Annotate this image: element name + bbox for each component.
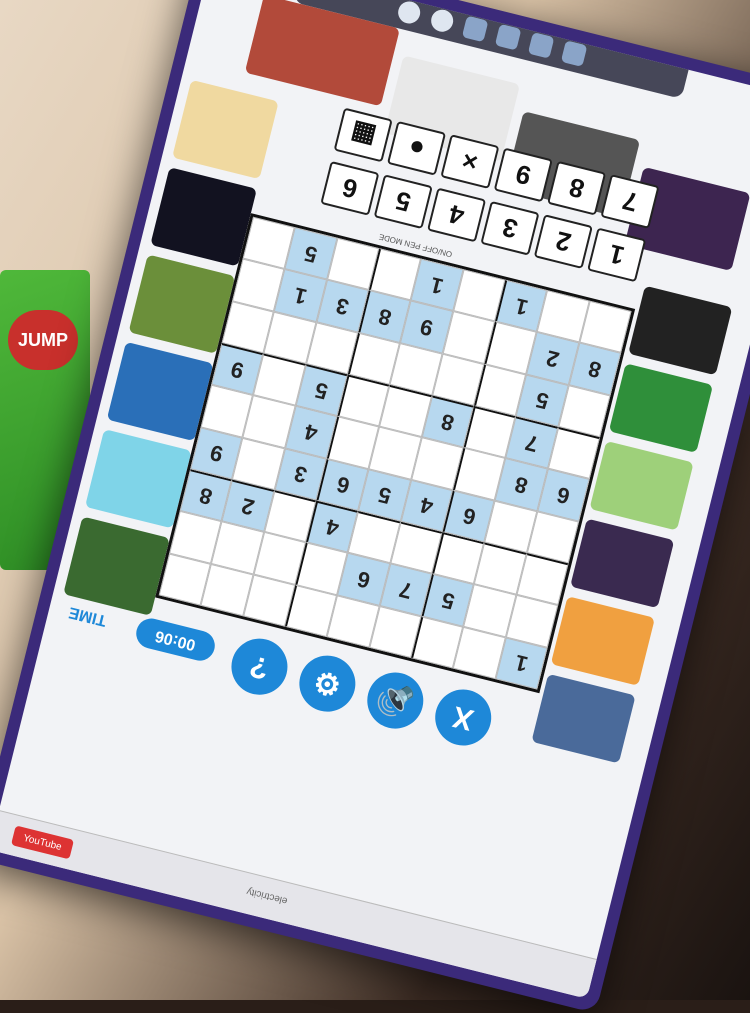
num-button-5[interactable]: 5 [373,174,433,230]
num-button-2[interactable]: 2 [533,214,593,269]
num-button-3[interactable]: 3 [480,200,540,256]
finder-icon[interactable] [560,40,588,67]
game-thumb-solitaire[interactable] [608,363,714,453]
close-button[interactable]: X [429,683,498,752]
document-icon[interactable] [527,32,555,59]
game-thumb-jungle[interactable] [63,516,170,616]
settings-button[interactable]: ⚙ [293,649,362,718]
game-thumb-blocks[interactable] [172,79,279,180]
youtube-tab[interactable]: YouTube [10,825,75,860]
taskbar-text: electricity [245,885,289,907]
game-thumb-bubbles[interactable] [570,518,675,609]
time-label: TIME [67,603,109,630]
help-button[interactable]: ? [225,632,294,701]
game-thumb-shooter[interactable] [628,285,733,376]
num-button-1[interactable]: 1 [587,227,647,283]
browser-icon[interactable] [395,0,423,26]
timer-display: 00:06 [133,615,218,664]
num-button-4[interactable]: 4 [427,187,487,243]
folder-icon[interactable] [461,15,489,43]
sound-button[interactable]: 🔊 [361,666,430,735]
app-icon[interactable] [428,7,456,35]
notes-grid-button[interactable]: ▦ [333,107,393,163]
game-thumb-quest[interactable] [531,673,636,764]
photos-icon[interactable] [494,23,522,51]
ad-logo: JUMP [8,310,78,370]
num-button-6[interactable]: 6 [320,160,380,216]
game-thumb-eyes[interactable] [550,596,655,686]
game-thumb-anime[interactable] [589,440,694,531]
